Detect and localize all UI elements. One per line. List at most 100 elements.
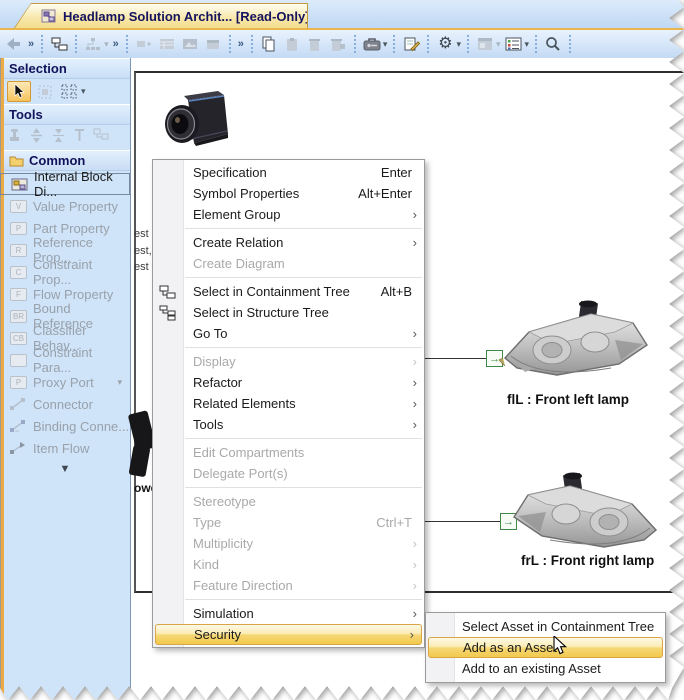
palette-item-constraint-parameter[interactable]: Constraint Para...	[0, 349, 130, 371]
submenu-item-add-to-an-existing-asset[interactable]: Add to an existing Asset	[426, 658, 665, 679]
gear-icon[interactable]: ⚙	[435, 34, 455, 54]
palette-item-proxy-port[interactable]: P Proxy Port ▾	[0, 371, 130, 393]
submenu-item-select-asset-in-containment-tree[interactable]: Select Asset in Containment Tree	[426, 616, 665, 637]
menu-item-feature-direction: Feature Direction›	[153, 575, 424, 596]
menu-item-edit-compartments: Edit Compartments	[153, 442, 424, 463]
toolbar-separator	[354, 35, 356, 53]
shortcut-label: Enter	[381, 162, 412, 183]
proxy-port-icon: P	[10, 376, 27, 389]
text-tool-icon	[73, 128, 86, 148]
diagram-palette-sidebar: Selection ▾ Tools Common	[0, 58, 131, 700]
submenu-arrow-icon: ›	[413, 351, 417, 372]
overflow-chevron-icon[interactable]: »	[112, 38, 120, 50]
sticky-tool-icon	[7, 128, 22, 148]
containment-tree-icon[interactable]	[49, 34, 69, 54]
tools-header-label: Tools	[9, 107, 43, 122]
submenu-arrow-icon: ›	[413, 372, 417, 393]
mouse-cursor-icon	[553, 636, 568, 662]
align-middle-icon	[29, 128, 44, 148]
toolbar-separator	[229, 35, 231, 53]
shortcut-label: Alt+Enter	[358, 183, 412, 204]
dropdown-icon[interactable]: ▾	[525, 39, 530, 50]
selection-header-label: Selection	[9, 61, 67, 76]
delete-related-icon	[328, 34, 348, 54]
multi-select-icon[interactable]	[59, 82, 79, 102]
application-window: Headlamp Solution Archit... [Read-Only] …	[0, 0, 684, 700]
submenu-arrow-icon: ›	[413, 414, 417, 435]
project-options-icon[interactable]	[362, 34, 382, 54]
submenu-arrow-icon: ›	[413, 323, 417, 344]
menu-item-element-group[interactable]: Element Group›	[153, 204, 424, 225]
dropdown-icon[interactable]: ▾	[81, 86, 86, 97]
palette-item-constraint-property[interactable]: C Constraint Prop...	[0, 261, 130, 283]
toolbar-separator	[251, 35, 253, 53]
palette-item-item-flow[interactable]: Item Flow	[0, 437, 130, 459]
palette-item-label: Part Property	[33, 221, 110, 236]
selection-section-header[interactable]: Selection	[0, 58, 130, 79]
camera-part-image[interactable]	[158, 86, 236, 163]
toolbar-separator	[126, 35, 128, 53]
hierarchy-icon[interactable]	[83, 34, 103, 54]
front-left-lamp-image[interactable]	[495, 300, 657, 401]
window-icon	[203, 34, 223, 54]
dropdown-icon[interactable]: ▾	[104, 39, 109, 50]
menu-item-select-in-structure-tree[interactable]: Select in Structure Tree	[153, 302, 424, 323]
menu-item-tools[interactable]: Tools›	[153, 414, 424, 435]
toolbar-separator	[393, 35, 395, 53]
menu-item-simulation[interactable]: Simulation›	[153, 603, 424, 624]
diagram-tab[interactable]: Headlamp Solution Archit... [Read-Only] …	[14, 3, 308, 28]
menu-item-select-in-containment-tree[interactable]: Select in Containment TreeAlt+B	[153, 281, 424, 302]
menu-item-delegate-ports: Delegate Port(s)	[153, 463, 424, 484]
menu-item-related-elements[interactable]: Related Elements›	[153, 393, 424, 414]
menu-separator	[185, 277, 422, 278]
legend-list-icon[interactable]	[504, 34, 524, 54]
screenshot-torn-edge-wrapper: Headlamp Solution Archit... [Read-Only] …	[0, 0, 684, 700]
overflow-chevron-icon[interactable]: »	[27, 38, 35, 50]
clipped-diagram-text: owe	[134, 480, 154, 497]
window-layout-icon	[475, 34, 495, 54]
toolbar-separator	[467, 35, 469, 53]
back-icon[interactable]	[4, 34, 24, 54]
tab-close-icon[interactable]: ✕	[326, 9, 336, 23]
menu-item-symbol-properties[interactable]: Symbol PropertiesAlt+Enter	[153, 183, 424, 204]
menu-item-refactor[interactable]: Refactor›	[153, 372, 424, 393]
menu-item-create-relation[interactable]: Create Relation›	[153, 232, 424, 253]
shortcut-label: Ctrl+T	[376, 512, 412, 533]
palette-item-label: Value Property	[33, 199, 118, 214]
menu-separator	[185, 487, 422, 488]
item-flow-icon	[10, 442, 27, 454]
toolbar-separator	[569, 35, 571, 53]
submenu-item-add-as-an-asset[interactable]: Add as an Asset	[428, 637, 663, 658]
menu-item-specification[interactable]: SpecificationEnter	[153, 162, 424, 183]
overflow-chevron-icon[interactable]: »	[237, 38, 245, 50]
marquee-select-icon	[35, 82, 55, 102]
menu-separator	[185, 228, 422, 229]
menu-item-security[interactable]: Security›	[155, 624, 422, 645]
menu-separator	[185, 438, 422, 439]
palette-more-icon[interactable]: ▼	[0, 463, 130, 475]
flow-property-icon: F	[10, 288, 27, 301]
common-header-label: Common	[29, 153, 85, 168]
cursor-select-tool[interactable]	[7, 81, 31, 102]
menu-separator	[185, 347, 422, 348]
menu-item-go-to[interactable]: Go To›	[153, 323, 424, 344]
common-section-header[interactable]: Common	[0, 150, 130, 171]
tools-section-header[interactable]: Tools	[0, 104, 130, 125]
image-icon	[180, 34, 200, 54]
copy-icon[interactable]	[259, 34, 279, 54]
dropdown-icon[interactable]: ▾	[456, 39, 461, 50]
validation-icon[interactable]	[401, 34, 421, 54]
classifier-behavior-icon: CB	[10, 332, 27, 345]
reference-property-icon: R	[10, 244, 27, 257]
submenu-arrow-icon: ›	[413, 603, 417, 624]
menu-item-type: TypeCtrl+T	[153, 512, 424, 533]
clipped-diagram-text: est est, est	[134, 226, 154, 276]
palette-item-value-property[interactable]: V Value Property	[0, 195, 130, 217]
dropdown-icon[interactable]: ▾	[383, 39, 388, 50]
palette-item-binding-connector[interactable]: Binding Conne...	[0, 415, 130, 437]
palette-item-connector[interactable]: Connector	[0, 393, 130, 415]
palette-item-internal-block-diagram[interactable]: Internal Block Di...	[0, 173, 130, 195]
dropdown-icon[interactable]: ▾	[117, 377, 122, 388]
submenu-arrow-icon: ›	[410, 625, 414, 644]
search-icon[interactable]	[543, 34, 563, 54]
